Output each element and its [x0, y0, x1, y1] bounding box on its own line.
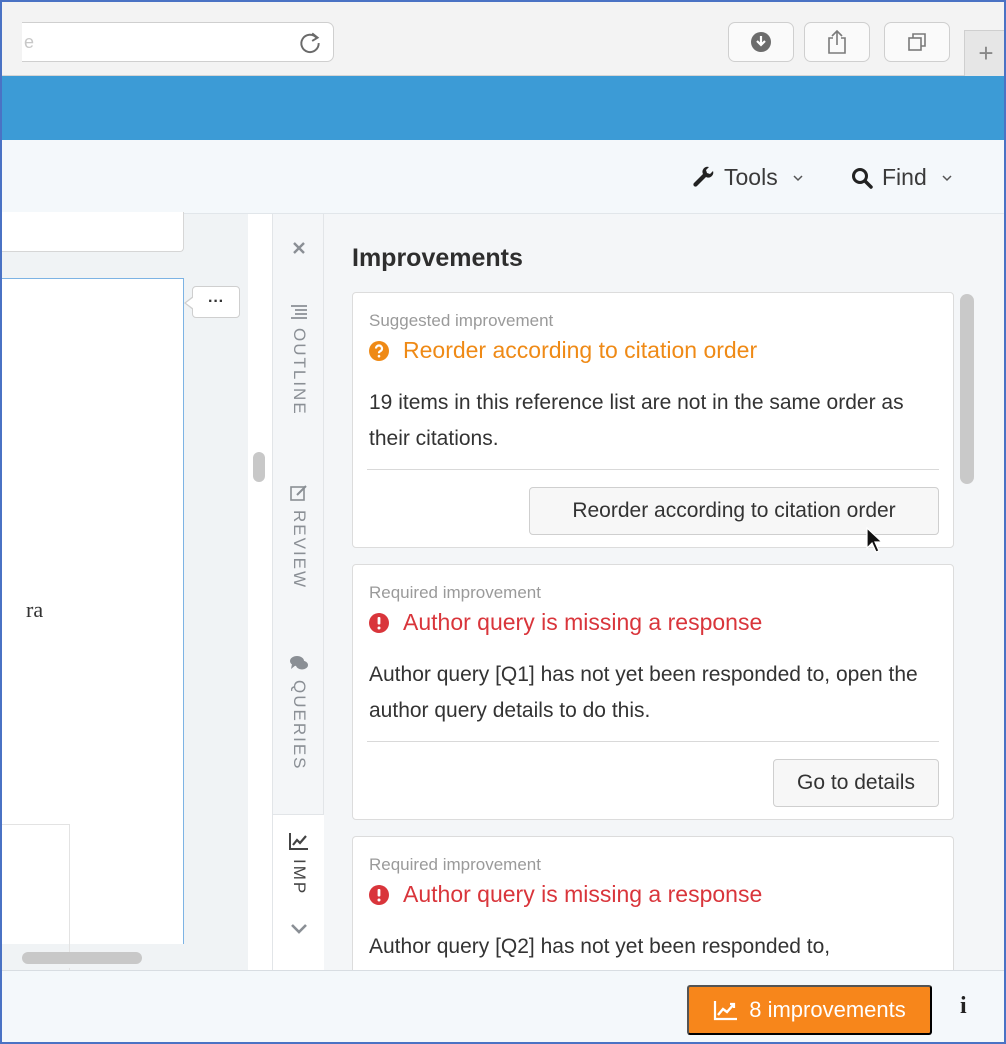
tab-improvements-label: IMP: [290, 859, 309, 896]
tab-queries[interactable]: QUERIES: [273, 654, 325, 771]
improvement-description: 19 items in this reference list are not …: [369, 391, 904, 450]
tab-review-label: REVIEW: [290, 510, 309, 590]
tools-menu[interactable]: Tools: [692, 164, 804, 191]
chevron-down-icon: [793, 174, 803, 181]
horizontal-scrollbar[interactable]: [2, 952, 248, 968]
tab-outline-label: OUTLINE: [290, 328, 309, 416]
download-button[interactable]: [728, 22, 794, 62]
reload-icon[interactable]: [297, 29, 323, 55]
improvement-title-text: Reorder according to citation order: [403, 337, 758, 363]
download-icon: [751, 32, 771, 52]
line-chart-icon: [289, 833, 308, 850]
improvement-kind: Required improvement: [369, 583, 541, 602]
panel-scrollbar-thumb[interactable]: [960, 294, 974, 484]
search-icon: [852, 167, 873, 189]
tools-label: Tools: [724, 164, 778, 190]
improvement-kind: Suggested improvement: [369, 311, 554, 330]
improvement-card: Suggested improvement Reorder according …: [352, 292, 954, 548]
improvements-panel: Improvements Suggested improvement Reord…: [324, 214, 1004, 1036]
close-panel-button[interactable]: [273, 240, 325, 256]
side-tab-bar: OUTLINE REVIEW QUERIES IMP: [272, 214, 325, 970]
tab-review[interactable]: REVIEW: [273, 484, 325, 589]
wrench-icon: [693, 166, 714, 187]
improvement-title-text: Author query is missing a response: [403, 881, 763, 907]
tabs-button[interactable]: [884, 22, 950, 62]
address-bar-text: e: [24, 32, 35, 52]
document-block[interactable]: [2, 212, 184, 252]
tabs-icon: [908, 33, 926, 51]
comments-icon: [290, 656, 308, 670]
close-icon: [293, 242, 305, 254]
more-options-button[interactable]: ···: [184, 286, 240, 318]
improvement-title: Author query is missing a response: [369, 609, 762, 636]
document-text: ra: [26, 597, 44, 622]
improvement-description: Author query [Q1] has not yet been respo…: [369, 663, 918, 722]
improvement-description: Author query [Q2] has not yet been respo…: [369, 935, 831, 958]
improvement-kind: Required improvement: [369, 855, 541, 874]
tab-queries-label: QUERIES: [290, 680, 309, 771]
tab-improvements[interactable]: IMP: [273, 814, 325, 970]
improvement-title: Author query is missing a response: [369, 881, 762, 908]
app-header: [2, 76, 1004, 140]
exclamation-circle-icon: [369, 884, 389, 905]
line-chart-icon: [714, 1001, 738, 1021]
tab-outline[interactable]: OUTLINE: [273, 304, 325, 416]
address-bar[interactable]: e: [22, 22, 334, 62]
chevron-down-icon[interactable]: [290, 923, 308, 935]
find-menu[interactable]: Find: [850, 164, 953, 191]
edit-icon: [290, 485, 307, 501]
go-to-details-button[interactable]: Go to details: [773, 759, 939, 807]
panel-title: Improvements: [352, 244, 523, 272]
improvement-card: Required improvement Author query is mis…: [352, 564, 954, 820]
card-divider: [367, 469, 939, 470]
improvements-count-button[interactable]: 8 improvements: [687, 985, 932, 1035]
outline-icon: [291, 305, 307, 319]
share-icon: [828, 29, 846, 54]
find-label: Find: [882, 164, 927, 190]
document-editor: ra ···: [2, 212, 248, 1014]
exclamation-circle-icon: [369, 612, 389, 633]
improvement-title: Reorder according to citation order: [369, 337, 757, 364]
browser-chrome: e +: [2, 2, 1004, 76]
chevron-down-icon: [942, 174, 952, 181]
splitter-handle[interactable]: [253, 452, 265, 482]
horizontal-scrollbar-thumb[interactable]: [22, 952, 142, 964]
info-button[interactable]: i: [960, 993, 967, 1020]
new-tab-button[interactable]: +: [964, 30, 1004, 76]
mouse-cursor-icon: [866, 527, 884, 553]
improvements-count-label: 8 improvements: [749, 997, 906, 1022]
card-divider: [367, 741, 939, 742]
improvement-title-text: Author query is missing a response: [403, 609, 763, 635]
app-window: e + Tools Find ra ··· OUTLINE REVIEW QUE…: [0, 0, 1006, 1044]
status-bar: 8 improvements i: [2, 970, 1004, 1042]
question-circle-icon: [369, 340, 389, 361]
toolbar: Tools Find: [2, 140, 1004, 214]
share-button[interactable]: [804, 22, 870, 62]
reference-list-block[interactable]: ra: [2, 278, 184, 1014]
